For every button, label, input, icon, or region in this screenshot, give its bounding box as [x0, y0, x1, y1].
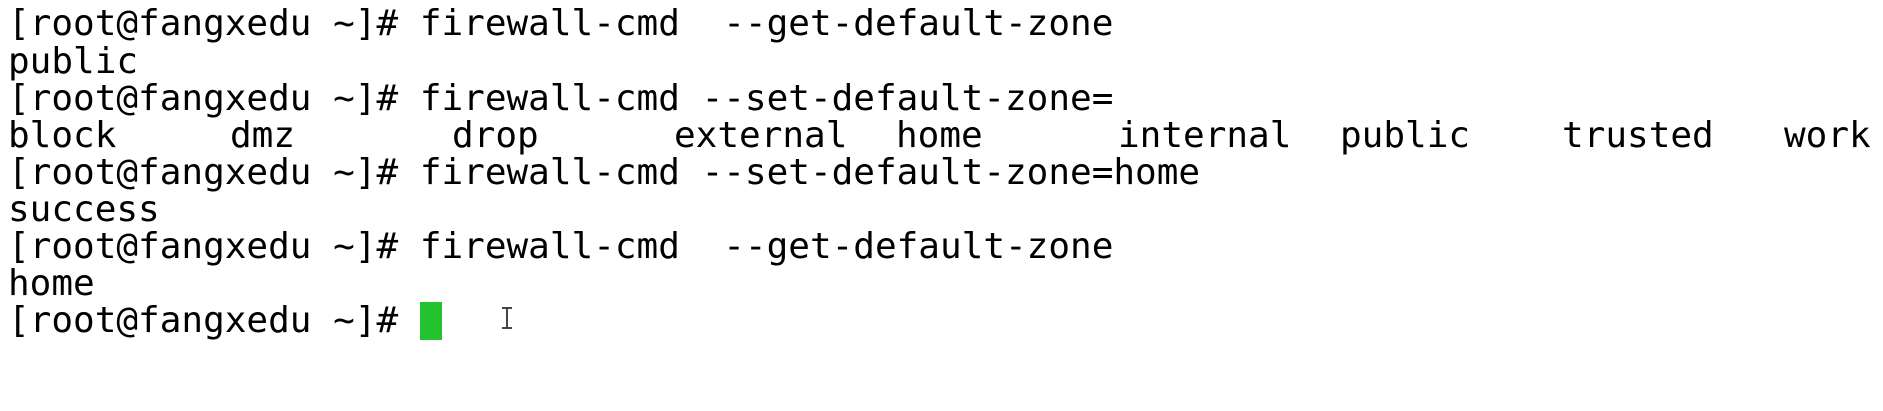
- command-output: success: [8, 189, 160, 230]
- command-text: firewall-cmd --get-default-zone: [419, 226, 1114, 267]
- shell-prompt: [root@fangxedu ~]#: [8, 226, 420, 267]
- terminal-line-1: [root@fangxedu ~]# firewall-cmd --get-de…: [8, 2, 1113, 46]
- terminal-window[interactable]: [root@fangxedu ~]# firewall-cmd --get-de…: [0, 0, 1883, 411]
- command-text: firewall-cmd --get-default-zone: [419, 3, 1114, 44]
- command-output: public: [8, 41, 139, 82]
- shell-prompt: [root@fangxedu ~]#: [8, 3, 420, 44]
- zone-option: trusted: [1562, 115, 1714, 156]
- zone-option: work: [1784, 115, 1871, 156]
- terminal-line-6: [root@fangxedu ~]# firewall-cmd --get-de…: [8, 225, 1113, 269]
- terminal-line-4: [root@fangxedu ~]# firewall-cmd --set-de…: [8, 151, 1200, 195]
- command-text: firewall-cmd --set-default-zone=home: [419, 152, 1201, 193]
- shell-prompt: [root@fangxedu ~]#: [8, 300, 420, 341]
- zone-option: public: [1340, 115, 1471, 156]
- command-text: firewall-cmd --set-default-zone=: [419, 78, 1114, 119]
- command-output: home: [8, 263, 95, 304]
- shell-prompt: [root@fangxedu ~]#: [8, 152, 420, 193]
- terminal-line-8[interactable]: [root@fangxedu ~]#: [8, 299, 420, 343]
- text-cursor: [419, 302, 442, 340]
- ibeam-pointer-icon: [501, 307, 512, 329]
- shell-prompt: [root@fangxedu ~]#: [8, 78, 420, 119]
